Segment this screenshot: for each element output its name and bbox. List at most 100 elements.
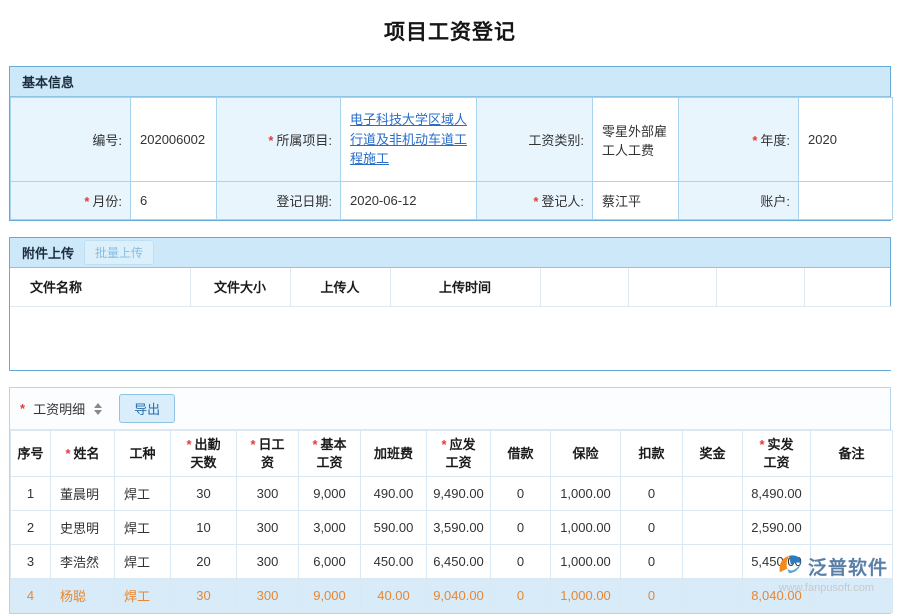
attach-col-header: 文件大小 (190, 268, 290, 306)
attachments-table: 文件名称文件大小上传人上传时间 (10, 268, 892, 370)
export-button[interactable]: 导出 (119, 394, 175, 423)
required-mark: * (250, 437, 255, 452)
salary-col-header: 奖金 (683, 431, 743, 477)
salary-cell: 0 (621, 545, 683, 579)
attach-col-header: 文件名称 (10, 268, 190, 306)
page-title: 项目工资登记 (9, 0, 891, 66)
salary-cell: 9,000 (299, 477, 361, 511)
attach-col-header-empty (540, 268, 628, 306)
salary-col-header: 工种 (115, 431, 171, 477)
required-mark: * (759, 437, 764, 452)
salary-col-header: *姓名 (51, 431, 115, 477)
register-date-label: 登记日期: (217, 182, 341, 220)
salary-cell: 1,000.00 (551, 545, 621, 579)
salary-cell: 焊工 (115, 511, 171, 545)
salary-row[interactable]: 2史思明焊工103003,000590.003,590.0001,000.000… (11, 511, 893, 545)
salary-cell: 30 (171, 579, 237, 613)
attach-col-header-empty (628, 268, 716, 306)
vendor-watermark: www.fanpusoft.com (776, 582, 874, 594)
salary-col-header: *日工 资 (237, 431, 299, 477)
salary-cell: 300 (237, 511, 299, 545)
salary-cell: 590.00 (361, 511, 427, 545)
salary-cell: 9,490.00 (427, 477, 491, 511)
salary-cell: 490.00 (361, 477, 427, 511)
salary-cell: 1,000.00 (551, 477, 621, 511)
salary-cell: 1 (11, 477, 51, 511)
salary-cell: 300 (237, 545, 299, 579)
salary-cell (683, 511, 743, 545)
salary-cell: 3 (11, 545, 51, 579)
number-field-label: 编号: (11, 98, 131, 182)
salary-row[interactable]: 3李浩然焊工203006,000450.006,450.0001,000.000… (11, 545, 893, 579)
attach-col-header: 上传时间 (390, 268, 540, 306)
salary-cell: 300 (237, 477, 299, 511)
salary-cell (683, 545, 743, 579)
project-field-value: 电子科技大学区域人行道及非机动车道工程施工 (341, 98, 477, 182)
project-field-label: *所属项目: (217, 98, 341, 182)
salary-category-label: 工资类别: (477, 98, 593, 182)
salary-cell: 2,590.00 (743, 511, 811, 545)
page-root: 项目工资登记 基本信息 编号: 202006002 *所属项目: 电子科技大学区… (0, 0, 900, 614)
salary-col-header: *基本 工资 (299, 431, 361, 477)
salary-cell: 20 (171, 545, 237, 579)
batch-upload-button[interactable]: 批量上传 (84, 240, 154, 265)
salary-cell: 450.00 (361, 545, 427, 579)
salary-cell: 300 (237, 579, 299, 613)
salary-row[interactable]: 4杨聪焊工303009,00040.009,040.0001,000.0008,… (11, 579, 893, 613)
salary-cell: 0 (621, 511, 683, 545)
salary-col-header: *出勤 天数 (171, 431, 237, 477)
required-mark: * (186, 437, 191, 452)
salary-cell (811, 511, 893, 545)
salary-cell: 焊工 (115, 579, 171, 613)
salary-cell: 0 (491, 511, 551, 545)
salary-header-row: 序号*姓名工种*出勤 天数*日工 资*基本 工资加班费*应发 工资借款保险扣款奖… (11, 431, 893, 477)
project-link[interactable]: 电子科技大学区域人行道及非机动车道工程施工 (350, 112, 467, 166)
salary-cell: 2 (11, 511, 51, 545)
year-field-label: *年度: (679, 98, 799, 182)
vendor-logo: 泛普软件 www.fanpusoft.com (776, 552, 888, 594)
salary-cell: 6,000 (299, 545, 361, 579)
required-mark: * (441, 437, 446, 452)
salary-cell: 董晨明 (51, 477, 115, 511)
salary-cell: 30 (171, 477, 237, 511)
salary-cell: 0 (621, 579, 683, 613)
salary-cell: 3,590.00 (427, 511, 491, 545)
basic-info-form: 编号: 202006002 *所属项目: 电子科技大学区域人行道及非机动车道工程… (10, 97, 893, 220)
salary-cell: 0 (621, 477, 683, 511)
salary-cell: 10 (171, 511, 237, 545)
salary-cell: 焊工 (115, 477, 171, 511)
salary-cell: 6,450.00 (427, 545, 491, 579)
month-field-value: 6 (131, 182, 217, 220)
attachments-panel: 附件上传 批量上传 文件名称文件大小上传人上传时间 (9, 237, 891, 371)
salary-detail-panel: * 工资明细 导出 序号*姓名工种*出勤 天数*日工 资*基本 工资加班费*应发… (9, 387, 891, 614)
salary-required-mark: * (20, 401, 25, 416)
salary-cell: 0 (491, 545, 551, 579)
salary-col-header: 扣款 (621, 431, 683, 477)
salary-cell: 李浩然 (51, 545, 115, 579)
registrant-label: *登记人: (477, 182, 593, 220)
salary-cell: 杨聪 (51, 579, 115, 613)
attach-col-header: 上传人 (290, 268, 390, 306)
salary-cell (683, 579, 743, 613)
salary-cell: 焊工 (115, 545, 171, 579)
basic-info-title: 基本信息 (22, 72, 74, 91)
account-field-label: 账户: (679, 182, 799, 220)
account-field-value (799, 182, 893, 220)
basic-info-panel: 基本信息 编号: 202006002 *所属项目: 电子科技大学区域人行道及非机… (9, 66, 891, 221)
attach-col-header-empty (804, 268, 892, 306)
salary-cell: 4 (11, 579, 51, 613)
salary-col-header: 备注 (811, 431, 893, 477)
salary-table: 序号*姓名工种*出勤 天数*日工 资*基本 工资加班费*应发 工资借款保险扣款奖… (10, 430, 893, 613)
salary-category-value: 零星外部雇工人工费 (593, 98, 679, 182)
salary-toolbar: * 工资明细 导出 (10, 388, 890, 430)
attach-col-header-empty (716, 268, 804, 306)
attachments-empty-area (10, 306, 892, 370)
attachments-title: 附件上传 (22, 243, 74, 262)
sort-icon[interactable] (94, 403, 102, 415)
salary-cell: 9,040.00 (427, 579, 491, 613)
salary-cell: 3,000 (299, 511, 361, 545)
required-mark: * (312, 437, 317, 452)
salary-cell: 0 (491, 477, 551, 511)
registrant-value: 蔡江平 (593, 182, 679, 220)
salary-row[interactable]: 1董晨明焊工303009,000490.009,490.0001,000.000… (11, 477, 893, 511)
